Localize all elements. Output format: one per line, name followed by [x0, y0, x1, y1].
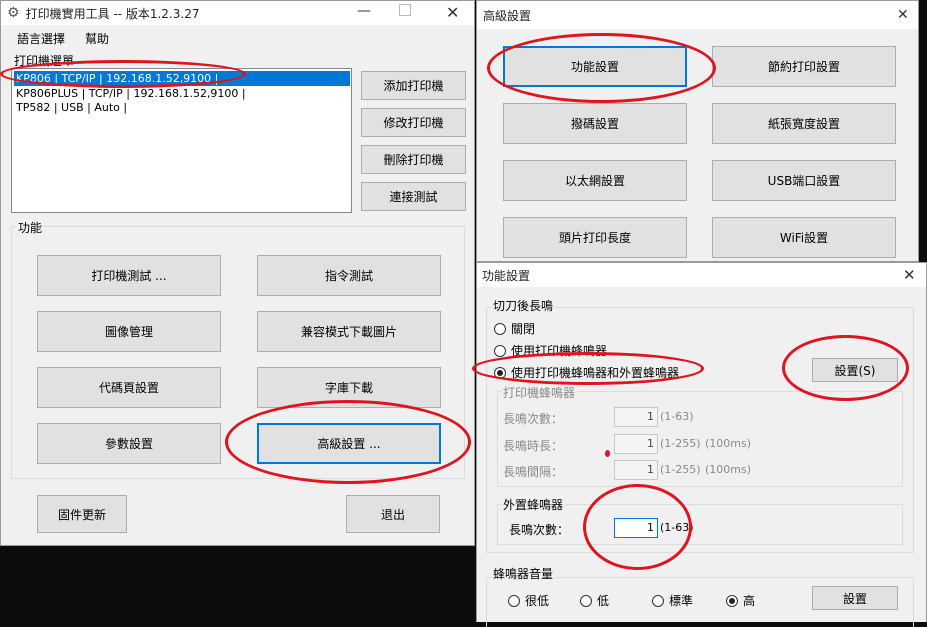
volume-low-label: 低 [597, 594, 610, 608]
menu-help[interactable]: 幫助 [85, 30, 109, 47]
wifi-button[interactable]: WiFi設置 [712, 217, 896, 258]
function-close-button[interactable]: ✕ [903, 266, 916, 284]
external-buzzer-label: 外置蜂鳴器 [501, 496, 566, 513]
app-gear-icon: ⚙ [7, 5, 20, 21]
printer-buzzer-label: 打印機蜂鳴器 [501, 384, 578, 401]
function-settings-button[interactable]: 功能設置 [503, 46, 687, 87]
radio-both-buzzers-circle[interactable] [494, 366, 506, 379]
row-interval-unit: (100ms) [705, 463, 752, 476]
delete-printer-button[interactable]: 刪除打印機 [361, 145, 466, 174]
volume-group-label: 蜂鳴器音量 [491, 565, 556, 582]
volume-low-circle[interactable] [580, 594, 592, 607]
row-interval-input[interactable]: 1 [614, 460, 658, 480]
radio-off-label: 關閉 [511, 322, 536, 336]
function-titlebar: 功能設置 ✕ [477, 263, 926, 287]
external-count-label: 長鳴次數： [509, 523, 570, 537]
image-manage-button[interactable]: 圖像管理 [37, 311, 221, 352]
minimize-button[interactable]: — [357, 3, 371, 19]
external-count-range: (1-63) [660, 521, 694, 534]
row-count-range: (1-63) [660, 410, 694, 423]
advanced-titlebar: 高級設置 ✕ [477, 1, 918, 29]
menu-language[interactable]: 語言選擇 [17, 30, 65, 47]
main-window: ⚙ 打印機實用工具 -- 版本1.2.3.27 — ✕ 語言選擇 幫助 打印機選… [0, 0, 475, 546]
printer-list[interactable]: KP806 | TCP/IP | 192.168.1.52,9100 | KP8… [11, 68, 352, 213]
exit-button[interactable]: 退出 [346, 495, 440, 533]
dip-switch-button[interactable]: 撥碼設置 [503, 103, 687, 144]
row-interval-range: (1-255) [660, 463, 701, 476]
printer-test-button[interactable]: 打印機測試 ... [37, 255, 221, 296]
function-group-label: 功能 [16, 219, 45, 236]
main-close-button[interactable]: ✕ [446, 3, 459, 22]
usb-port-button[interactable]: USB端口設置 [712, 160, 896, 201]
volume-low[interactable]: 低 [580, 592, 609, 609]
radio-printer-buzzer[interactable]: 使用打印機蜂鳴器 [494, 342, 607, 359]
advanced-close-button[interactable]: ✕ [897, 7, 909, 23]
menu-bar: 語言選擇 幫助 [1, 27, 474, 47]
external-count-input[interactable]: 1 [614, 518, 658, 538]
volume-high[interactable]: 高 [726, 592, 755, 609]
printer-item[interactable]: KP806PLUS | TCP/IP | 192.168.1.52,9100 | [16, 87, 246, 101]
radio-off[interactable]: 關閉 [494, 320, 535, 337]
row-duration-input[interactable]: 1 [614, 434, 658, 454]
radio-printer-buzzer-circle[interactable] [494, 344, 506, 357]
volume-very-low-circle[interactable] [508, 594, 520, 607]
row-duration-unit: (100ms) [705, 437, 752, 450]
printer-item[interactable]: TP582 | USB | Auto | [16, 101, 127, 115]
connection-test-button[interactable]: 連接測試 [361, 182, 466, 211]
cutter-group-label: 切刀後長鳴 [491, 297, 556, 314]
red-dot-mark [605, 450, 610, 457]
row-count-label: 長鳴次數： [503, 412, 564, 426]
advanced-title: 高級設置 [483, 8, 532, 23]
advanced-settings-button[interactable]: 高級設置 ... [257, 423, 441, 464]
volume-very-low-label: 很低 [525, 594, 550, 608]
main-titlebar: ⚙ 打印機實用工具 -- 版本1.2.3.27 — ✕ [1, 1, 474, 25]
volume-set-button[interactable]: 設置 [812, 586, 898, 610]
row-duration-label: 長鳴時長： [503, 439, 564, 453]
economy-print-button[interactable]: 節約打印設置 [712, 46, 896, 87]
function-window: 功能設置 ✕ 切刀後長鳴 關閉 使用打印機蜂鳴器 使用打印機蜂鳴器和外置蜂鳴器 … [476, 262, 927, 627]
font-download-button[interactable]: 字庫下載 [257, 367, 441, 408]
volume-standard[interactable]: 標準 [652, 592, 693, 609]
volume-standard-circle[interactable] [652, 594, 664, 607]
compat-download-button[interactable]: 兼容模式下載圖片 [257, 311, 441, 352]
row-interval-label: 長鳴間隔： [503, 465, 564, 479]
row-duration-range: (1-255) [660, 437, 701, 450]
buzzer-set-button[interactable]: 設置(S) [812, 358, 898, 382]
volume-very-low[interactable]: 很低 [508, 592, 549, 609]
printer-item-selected[interactable]: KP806 | TCP/IP | 192.168.1.52,9100 | [14, 71, 350, 86]
volume-high-circle[interactable] [726, 594, 738, 607]
radio-off-circle[interactable] [494, 322, 506, 335]
parameter-button[interactable]: 參數設置 [37, 423, 221, 464]
advanced-window: 高級設置 ✕ 功能設置 節約打印設置 撥碼設置 紙張寬度設置 以太網設置 USB… [476, 0, 919, 262]
edit-printer-button[interactable]: 修改打印機 [361, 108, 466, 137]
row-count-input[interactable]: 1 [614, 407, 658, 427]
add-printer-button[interactable]: 添加打印機 [361, 71, 466, 100]
function-title: 功能設置 [482, 268, 531, 283]
volume-standard-label: 標準 [669, 594, 694, 608]
printer-list-label: 打印機選單 [14, 54, 75, 68]
radio-printer-buzzer-label: 使用打印機蜂鳴器 [511, 344, 608, 358]
firmware-update-button[interactable]: 固件更新 [37, 495, 127, 533]
codepage-button[interactable]: 代碼頁設置 [37, 367, 221, 408]
paper-width-button[interactable]: 紙張寬度設置 [712, 103, 896, 144]
radio-both-buzzers[interactable]: 使用打印機蜂鳴器和外置蜂鳴器 [494, 364, 679, 381]
main-title: 打印機實用工具 -- 版本1.2.3.27 [25, 6, 200, 21]
command-test-button[interactable]: 指令測試 [257, 255, 441, 296]
ethernet-button[interactable]: 以太網設置 [503, 160, 687, 201]
volume-high-label: 高 [743, 594, 756, 608]
maximize-button[interactable] [399, 4, 411, 16]
header-length-button[interactable]: 頭片打印長度 [503, 217, 687, 258]
radio-both-buzzers-label: 使用打印機蜂鳴器和外置蜂鳴器 [511, 366, 680, 380]
